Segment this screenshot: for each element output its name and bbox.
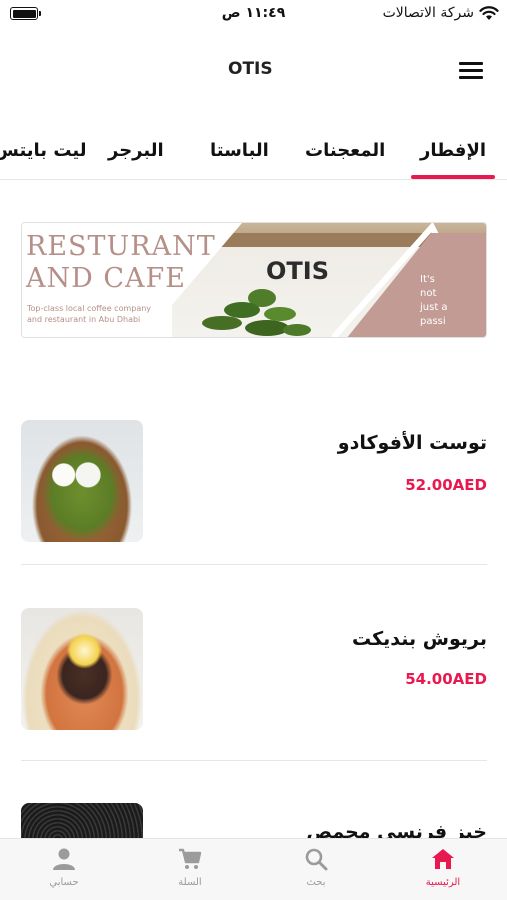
- nav-cart[interactable]: السلة: [150, 847, 230, 888]
- hamburger-menu-icon[interactable]: [459, 62, 485, 82]
- nav-search-label: بحث: [306, 877, 326, 888]
- nav-account[interactable]: حسابي: [24, 847, 104, 888]
- account-icon: [53, 848, 75, 870]
- app-header: OTIS: [0, 50, 507, 94]
- wifi-icon: [479, 6, 499, 20]
- carrier-name: شركة الاتصالات: [382, 5, 474, 21]
- nav-search[interactable]: بحث: [276, 847, 356, 888]
- tab-light-bites[interactable]: ليت بايتس: [0, 140, 87, 161]
- tab-pastries[interactable]: المعجنات: [305, 140, 385, 161]
- nav-cart-label: السلة: [178, 877, 202, 888]
- menu-item[interactable]: خبز فرنسي محمص: [21, 803, 487, 838]
- item-price: 52.00AED: [405, 476, 487, 494]
- banner-subtitle: Top-class local coffee company and resta…: [27, 304, 152, 324]
- category-tabs: الإفطار المعجنات الباستا البرجر ليت بايت…: [0, 130, 507, 180]
- tab-burger[interactable]: البرجر: [108, 140, 164, 161]
- menu-item[interactable]: بريوش بنديكت 54.00AED: [21, 608, 487, 732]
- otis-logo[interactable]: OTIS: [228, 60, 273, 84]
- item-name: بريوش بنديكت: [352, 628, 487, 650]
- divider: [21, 564, 487, 565]
- banner-title: RESTURANT AND CAFE: [26, 231, 216, 294]
- item-name: توست الأفوكادو: [337, 432, 487, 454]
- brioche-benedict-image: [21, 608, 143, 730]
- nav-account-label: حسابي: [49, 877, 79, 888]
- french-toast-image: [21, 803, 143, 838]
- divider: [21, 760, 487, 761]
- promo-banner[interactable]: OTIS RESTURANT AND CAFE Top-class local …: [21, 222, 487, 338]
- search-icon: [305, 848, 328, 871]
- nav-home[interactable]: الرئيسية: [403, 847, 483, 888]
- nav-home-label: الرئيسية: [425, 877, 461, 888]
- tab-breakfast[interactable]: الإفطار: [420, 140, 486, 161]
- home-icon: [432, 849, 454, 869]
- status-bar: ١١:٤٩ ص شركة الاتصالات: [0, 0, 507, 30]
- menu-item[interactable]: توست الأفوكادو 52.00AED: [21, 420, 487, 544]
- bottom-nav: الرئيسية بحث السلة حسابي: [0, 838, 507, 900]
- item-price: 54.00AED: [405, 670, 487, 688]
- active-tab-indicator: [411, 175, 495, 179]
- status-right: شركة الاتصالات: [383, 5, 499, 21]
- tab-pasta[interactable]: الباستا: [210, 140, 269, 161]
- item-name: خبز فرنسي محمص: [306, 821, 487, 838]
- avocado-toast-image: [21, 420, 143, 542]
- banner-tagline: It's not just a passi: [420, 274, 448, 327]
- cart-icon: [179, 848, 202, 869]
